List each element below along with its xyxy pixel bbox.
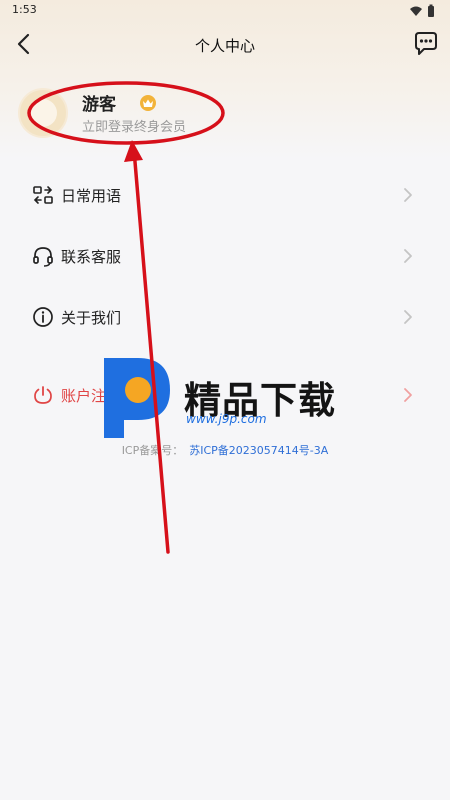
avatar[interactable] <box>18 88 68 138</box>
menu-item-label: 联系客服 <box>61 248 122 266</box>
menu-item-about-us[interactable]: 关于我们 <box>0 294 450 340</box>
status-time: 1:53 <box>12 3 37 16</box>
profile-card[interactable]: 游客 立即登录终身会员 <box>16 86 296 140</box>
icp-number-link[interactable]: 苏ICP备2023057414号-3A <box>189 444 328 457</box>
chevron-right-icon <box>404 310 412 324</box>
phrase-icon <box>33 186 53 204</box>
info-icon <box>33 307 53 327</box>
menu-item-label: 日常用语 <box>61 187 122 205</box>
watermark-logo-icon <box>104 358 170 438</box>
menu-item-customer-service[interactable]: 联系客服 <box>0 233 450 279</box>
battery-icon <box>428 4 434 17</box>
menu-item-label: 关于我们 <box>61 309 122 327</box>
chat-bubble-icon <box>415 32 437 55</box>
user-name: 游客 <box>82 95 116 115</box>
status-icons <box>410 4 434 17</box>
chevron-right-icon <box>404 388 412 402</box>
login-prompt[interactable]: 立即登录终身会员 <box>82 116 186 135</box>
power-icon <box>34 386 52 404</box>
vip-badge <box>140 95 156 111</box>
watermark-url: www.j9p.com <box>186 412 267 426</box>
status-bar: 1:53 <box>0 0 450 22</box>
watermark: 精品下载 www.j9p.com <box>98 352 358 444</box>
menu-item-daily-phrases[interactable]: 日常用语 <box>0 172 450 218</box>
message-button[interactable] <box>410 28 442 60</box>
chevron-right-icon <box>404 188 412 202</box>
nav-bar: 个人中心 <box>0 22 450 68</box>
page-title: 个人中心 <box>194 37 255 55</box>
icp-record: ICP备案号： 苏ICP备2023057414号-3A <box>0 442 450 458</box>
chevron-right-icon <box>404 249 412 263</box>
screen: 1:53 个人中心 游客 立即登录终身会员 日常用语 联系客服 关于我们 账户注… <box>0 0 450 800</box>
icp-label: ICP备案号： <box>121 444 184 457</box>
crown-icon <box>143 99 153 107</box>
wifi-icon <box>410 6 422 16</box>
headset-icon <box>33 247 53 267</box>
avatar-placeholder <box>29 99 57 127</box>
